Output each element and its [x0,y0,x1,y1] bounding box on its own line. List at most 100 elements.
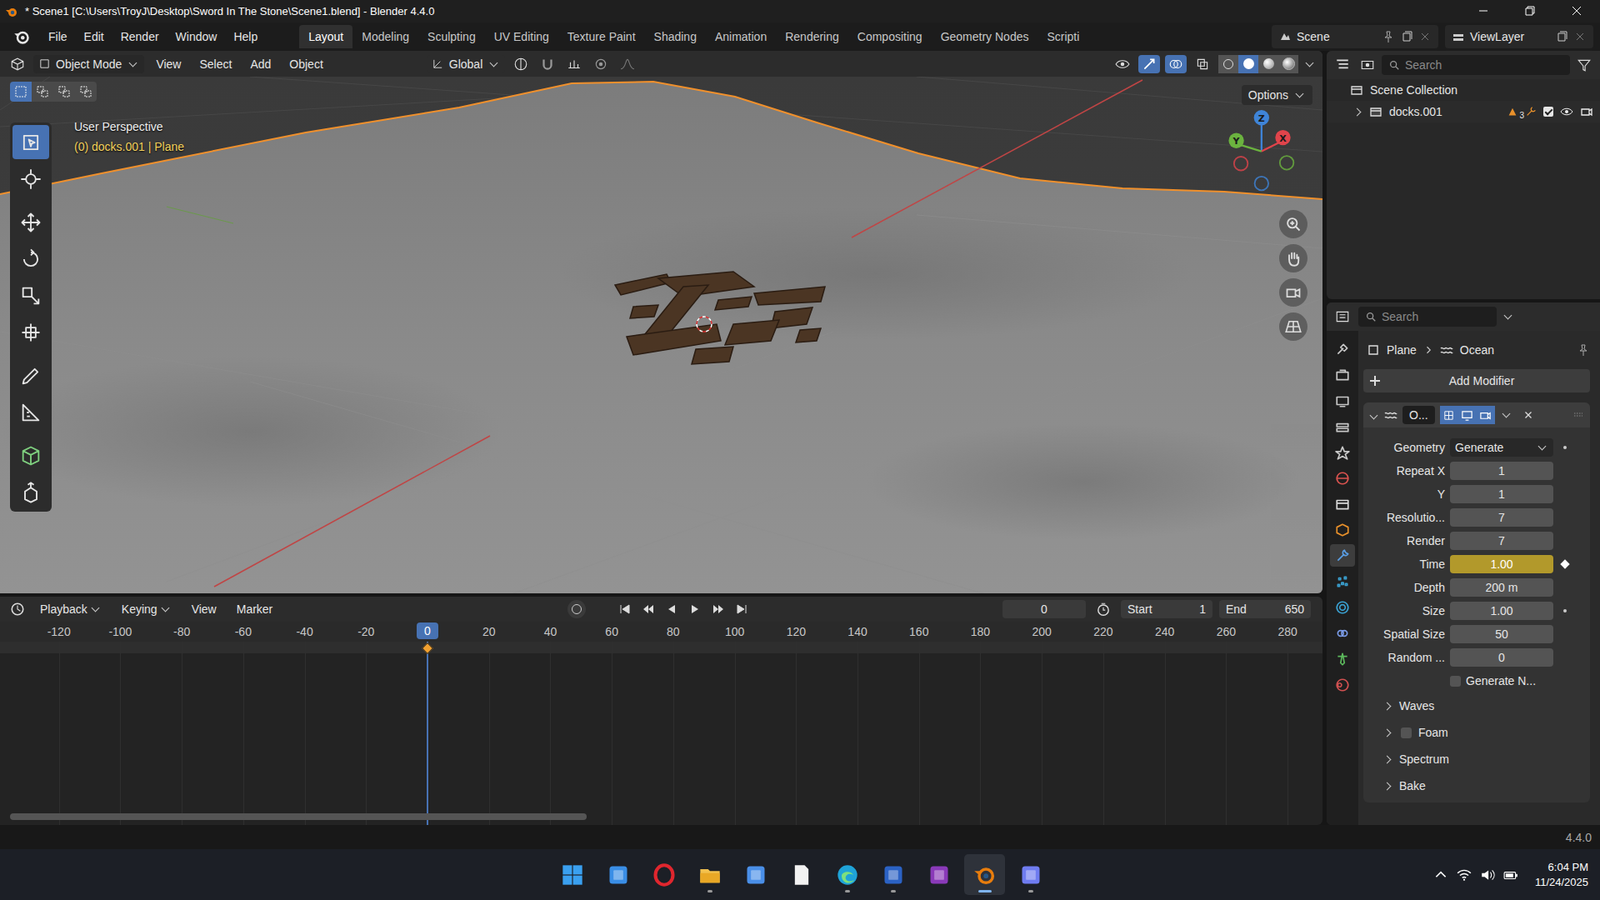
play-icon[interactable] [685,600,705,619]
wifi-icon[interactable] [1456,867,1472,883]
new-layer-icon[interactable] [1555,30,1569,44]
display-mode-icon[interactable] [1356,55,1379,75]
scene-selector[interactable]: Scene [1271,25,1439,49]
taskbar-app[interactable] [735,854,776,895]
selection-mode-button[interactable] [10,81,32,102]
property-field[interactable]: 200 m [1450,578,1554,597]
viewport-menu[interactable]: Add [243,55,278,74]
timeline-body[interactable] [0,641,1323,825]
falloff-icon[interactable] [616,55,639,74]
subpanel-header[interactable]: Foam [1363,719,1590,746]
taskbar-app[interactable] [1010,854,1051,895]
pin-icon[interactable] [1576,343,1590,357]
navigation-gizmo[interactable]: ZXY [1223,106,1315,207]
zoom-button[interactable] [1279,210,1308,239]
taskbar-app[interactable] [551,854,593,895]
workspace-tab[interactable]: Layout [299,25,353,49]
outliner-row[interactable]: Scene Collection [1326,79,1600,101]
properties-tab[interactable] [1330,570,1355,593]
snap-icon[interactable] [536,55,559,74]
properties-tab[interactable] [1330,647,1355,670]
tool-button[interactable] [12,205,50,240]
workspace-tab[interactable]: Sculpting [418,25,485,49]
outliner-editor-icon[interactable] [1331,55,1354,75]
timeline-menu[interactable]: Marker [228,600,282,619]
tool-button[interactable] [12,125,50,160]
properties-tab[interactable] [1330,440,1355,464]
playhead[interactable]: 0 [416,622,439,640]
minimize-icon[interactable] [1460,0,1507,22]
horizontal-scrollbar[interactable] [10,813,587,820]
tool-button[interactable] [12,315,50,350]
workspace-tab[interactable]: Rendering [775,25,849,49]
view-layer-selector[interactable]: ViewLayer [1445,25,1594,49]
properties-tab[interactable] [1330,337,1355,360]
tool-button[interactable] [12,438,50,473]
decorator[interactable] [1558,557,1572,571]
decorator[interactable] [1558,650,1572,665]
tool-button[interactable] [12,395,50,430]
tool-button[interactable] [12,475,50,510]
pan-button[interactable] [1279,244,1308,273]
checkbox-field[interactable]: Generate N... [1450,674,1554,688]
taskbar-app[interactable] [918,854,960,895]
timeline-menu[interactable]: View [183,600,225,619]
subpanel-header[interactable]: Bake [1363,772,1590,800]
taskbar-app[interactable] [872,854,914,895]
shading-button[interactable] [1258,55,1279,74]
property-field[interactable]: 50 [1450,625,1554,644]
modifier-menu-icon[interactable] [1501,410,1510,419]
editor-type-icon[interactable] [6,55,29,74]
property-field[interactable]: 7 [1450,531,1554,550]
pin-icon[interactable] [1381,30,1395,44]
timeline-menu[interactable]: Playback [31,600,110,619]
taskbar-app[interactable] [780,854,822,895]
prev-key-icon[interactable] [639,600,658,619]
taskbar-app[interactable] [597,854,639,895]
workspace-tab[interactable]: Shading [645,25,706,49]
taskbar-app[interactable] [643,854,685,895]
selection-mode-button[interactable] [53,81,75,102]
play-reverse-icon[interactable] [662,600,681,619]
property-field[interactable]: Generate [1450,438,1554,457]
tool-button[interactable] [12,278,50,313]
viewport-canvas[interactable]: User Perspective(0) docks.001 | PlaneOpt… [0,76,1323,594]
subpanel-header[interactable]: Waves [1363,692,1590,720]
workspace-tab[interactable]: Geometry Nodes [931,25,1039,49]
properties-tab[interactable] [1330,415,1355,438]
clock[interactable]: 6:04 PM11/24/2025 [1535,860,1589,890]
preview-range-icon[interactable] [1092,600,1115,619]
chevron-icon[interactable] [1504,311,1513,320]
exclude-checkbox[interactable] [1543,106,1554,117]
frame-ruler[interactable]: -120-100-80-60-40-2002040608010012014016… [0,621,1323,642]
viewport-menu[interactable]: Select [192,55,239,74]
properties-tab[interactable] [1330,389,1355,412]
modifier-toggle[interactable] [1458,405,1477,425]
workspace-tab[interactable]: Compositing [848,25,932,49]
outliner-search[interactable]: Search [1381,55,1570,75]
properties-tab[interactable] [1330,673,1355,696]
modifier-toggle[interactable] [1440,405,1459,425]
properties-tab[interactable] [1330,363,1355,386]
render-camera-icon[interactable] [1580,105,1594,119]
selection-mode-button[interactable] [31,81,54,102]
current-frame-field[interactable]: 0 [1002,600,1086,619]
start-frame-field[interactable]: Start1 [1120,600,1213,619]
selection-mode-button[interactable] [75,81,97,102]
workspace-tab[interactable]: Scripti [1037,25,1089,49]
menu-item[interactable]: File [40,26,76,47]
drag-handle-icon[interactable] [1571,408,1585,422]
shading-button[interactable] [1278,55,1299,74]
shading-button[interactable] [1238,55,1259,74]
decorator[interactable] [1558,674,1572,688]
decorator[interactable] [1558,604,1572,618]
timeline-editor-icon[interactable] [6,600,29,619]
menu-item[interactable]: Window [167,26,226,47]
next-key-icon[interactable] [709,600,728,619]
tool-button[interactable] [12,241,50,276]
orientation-dropdown[interactable]: Global [426,55,505,74]
visibility-eye-icon[interactable] [1560,105,1574,119]
menu-item[interactable]: Render [112,26,168,47]
menu-item[interactable]: Help [225,26,266,47]
property-field[interactable]: 7 [1450,508,1554,527]
